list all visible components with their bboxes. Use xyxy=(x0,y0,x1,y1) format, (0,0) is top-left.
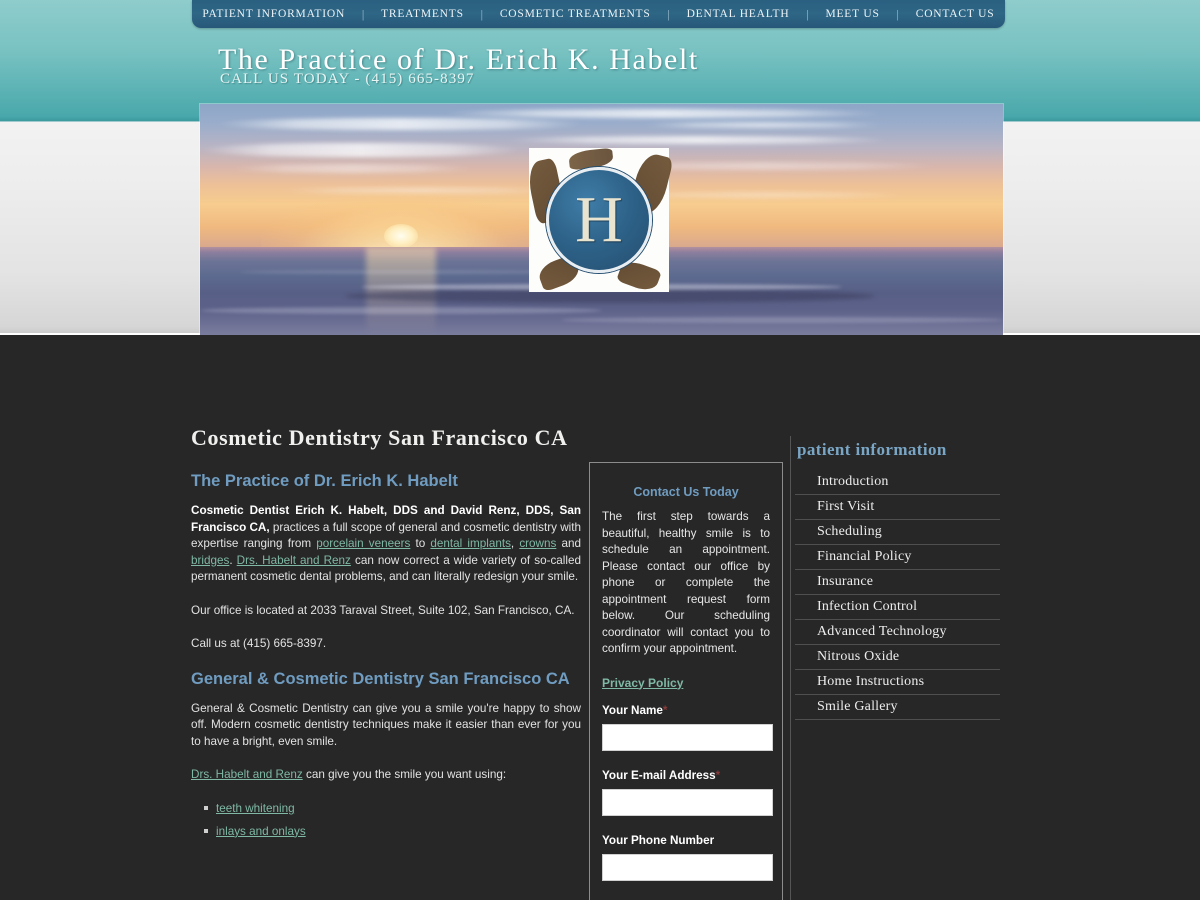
sidebar-item-smile-gallery[interactable]: Smile Gallery xyxy=(795,695,1000,719)
link-porcelain-veneers[interactable]: porcelain veneers xyxy=(316,537,410,550)
site-tagline-phone: CALL US TODAY - (415) 665-8397 xyxy=(220,71,475,87)
link-bridges[interactable]: bridges xyxy=(191,554,229,567)
main-article-column: The Practice of Dr. Erich K. Habelt Cosm… xyxy=(191,472,581,840)
label-your-name-text: Your Name xyxy=(602,703,663,717)
sidebar-item-home-instructions[interactable]: Home Instructions xyxy=(795,670,1000,694)
section-heading-general-cosmetic: General & Cosmetic Dentistry San Francis… xyxy=(191,669,570,688)
smile-using-paragraph: Drs. Habelt and Renz can give you the sm… xyxy=(191,767,581,784)
patient-information-sidebar: patient information Introduction First V… xyxy=(795,440,1000,720)
logo-letter: H xyxy=(575,183,623,256)
link-inlays-and-onlays[interactable]: inlays and onlays xyxy=(216,825,306,838)
nav-separator: | xyxy=(806,6,809,21)
office-location-paragraph: Our office is located at 2033 Taraval St… xyxy=(191,603,575,617)
list-item: Insurance xyxy=(795,570,1000,595)
general-cosmetic-paragraph: General & Cosmetic Dentistry can give yo… xyxy=(191,701,581,748)
your-phone-input[interactable] xyxy=(602,853,773,881)
intro-paragraph: Cosmetic Dentist Erich K. Habelt, DDS an… xyxy=(191,503,581,586)
hero-cloud xyxy=(232,164,473,174)
page-title: Cosmetic Dentistry San Francisco CA xyxy=(191,425,568,450)
sidebar-item-scheduling[interactable]: Scheduling xyxy=(795,520,1000,544)
nav-item-treatments[interactable]: TREATMENTS xyxy=(377,8,468,20)
intro-text-2: to xyxy=(410,537,431,551)
required-marker: * xyxy=(662,703,668,717)
sidebar-item-advanced-technology[interactable]: Advanced Technology xyxy=(795,620,1000,644)
required-marker: * xyxy=(715,768,721,782)
intro-text-4: and xyxy=(556,537,581,551)
contact-form-panel: Contact Us Today The first step towards … xyxy=(589,462,783,900)
nav-item-contact-us[interactable]: CONTACT US xyxy=(912,8,999,20)
label-your-phone-text: Your Phone Number xyxy=(602,833,715,847)
contact-panel-title: Contact Us Today xyxy=(633,485,739,499)
sidebar-item-introduction[interactable]: Introduction xyxy=(795,470,1000,494)
hero-cloud xyxy=(440,108,883,118)
section-heading-practice: The Practice of Dr. Erich K. Habelt xyxy=(191,472,458,490)
sidebar-item-financial-policy[interactable]: Financial Policy xyxy=(795,545,1000,569)
call-us-paragraph: Call us at (415) 665-8397. xyxy=(191,637,327,651)
label-your-name: Your Name* xyxy=(602,704,770,717)
list-item: teeth whitening xyxy=(204,801,581,817)
your-email-input[interactable] xyxy=(602,788,773,816)
label-your-email-text: Your E-mail Address xyxy=(602,768,716,782)
intro-text-5: . xyxy=(229,553,237,567)
practice-logo: H xyxy=(524,147,674,295)
hero-sun xyxy=(383,224,418,249)
list-item: Introduction xyxy=(795,469,1000,495)
your-name-input[interactable] xyxy=(602,723,773,751)
hero-wave xyxy=(561,316,1003,323)
main-navigation: PATIENT INFORMATION | TREATMENTS | COSME… xyxy=(192,0,1005,28)
sidebar-title: patient information xyxy=(797,440,947,459)
nav-item-cosmetic-treatments[interactable]: COSMETIC TREATMENTS xyxy=(496,8,655,20)
nav-separator: | xyxy=(361,6,365,21)
link-crowns[interactable]: crowns xyxy=(519,537,556,550)
list-item: Nitrous Oxide xyxy=(795,645,1000,670)
sidebar-item-first-visit[interactable]: First Visit xyxy=(795,495,1000,519)
link-dental-implants[interactable]: dental implants xyxy=(430,537,511,550)
sidebar-item-infection-control[interactable]: Infection Control xyxy=(795,595,1000,619)
link-drs-habelt-and-renz-2[interactable]: Drs. Habelt and Renz xyxy=(191,768,303,781)
nav-item-meet-us[interactable]: MEET US xyxy=(821,8,883,20)
list-item: Scheduling xyxy=(795,520,1000,545)
logo-circle: H xyxy=(546,167,652,273)
nav-separator: | xyxy=(667,6,670,21)
contact-panel-description: The first step towards a beautiful, heal… xyxy=(602,510,770,655)
link-drs-habelt-and-renz[interactable]: Drs. Habelt and Renz xyxy=(237,554,351,567)
sidebar-list: Introduction First Visit Scheduling Fina… xyxy=(795,469,1000,720)
link-teeth-whitening[interactable]: teeth whitening xyxy=(216,802,295,815)
list-item: Financial Policy xyxy=(795,545,1000,570)
list-item: First Visit xyxy=(795,495,1000,520)
smile-using-text: can give you the smile you want using: xyxy=(302,768,507,782)
sidebar-divider xyxy=(790,436,791,900)
nav-separator: | xyxy=(896,6,899,21)
nav-separator: | xyxy=(480,6,484,21)
sidebar-item-nitrous-oxide[interactable]: Nitrous Oxide xyxy=(795,645,1000,669)
list-item: Advanced Technology xyxy=(795,620,1000,645)
hero-cloud xyxy=(216,117,586,130)
list-item: Smile Gallery xyxy=(795,695,1000,720)
nav-item-dental-health[interactable]: DENTAL HEALTH xyxy=(683,8,794,20)
privacy-policy-link[interactable]: Privacy Policy xyxy=(602,676,683,690)
nav-item-patient-information[interactable]: PATIENT INFORMATION xyxy=(198,8,349,20)
treatments-bullet-list: teeth whitening inlays and onlays xyxy=(191,801,581,840)
label-your-email: Your E-mail Address* xyxy=(602,769,770,782)
list-item: Home Instructions xyxy=(795,670,1000,695)
label-your-phone: Your Phone Number xyxy=(602,834,770,847)
sidebar-item-insurance[interactable]: Insurance xyxy=(795,570,1000,594)
list-item: Infection Control xyxy=(795,595,1000,620)
list-item: inlays and onlays xyxy=(204,824,581,840)
